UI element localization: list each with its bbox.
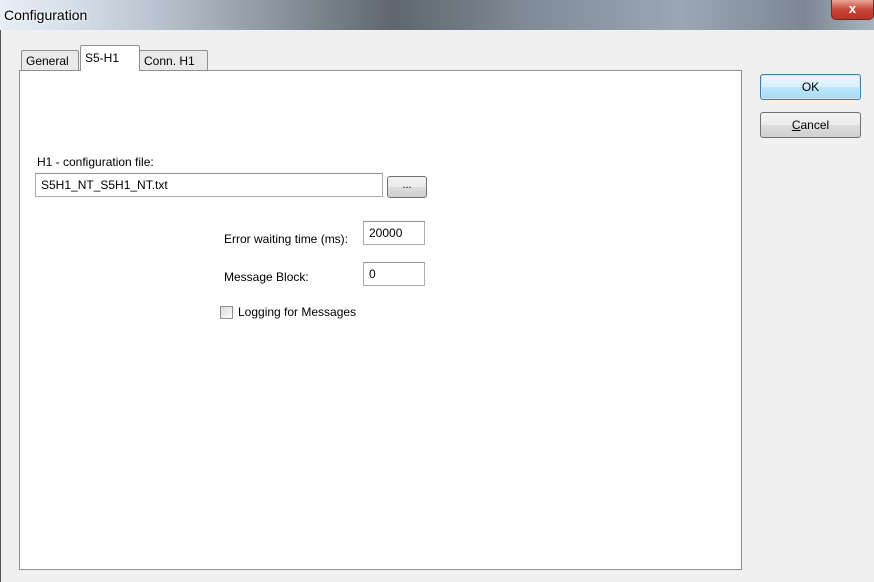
close-icon: x [848,1,857,16]
logging-label: Logging for Messages [238,305,357,319]
tab-general-label: General [26,54,69,68]
config-file-label: H1 - configuration file: [37,155,154,169]
tab-s5-h1-label: S5-H1 [85,51,120,65]
close-button[interactable]: x [831,0,874,20]
config-file-input[interactable]: S5H1_NT_S5H1_NT.txt [35,173,383,197]
window-title: Configuration [4,7,88,23]
cancel-button-label: Cancel [791,118,830,132]
tab-conn-h1[interactable]: Conn. H1 [139,50,208,70]
logging-checkbox[interactable] [220,306,233,319]
s5-h1-tab-panel: H1 - configuration file: S5H1_NT_S5H1_NT… [19,70,742,570]
ok-button[interactable]: OK [760,74,861,100]
tab-s5-h1[interactable]: S5-H1 [80,45,140,71]
error-wait-input[interactable]: 20000 [363,221,425,245]
title-bar[interactable]: Configuration x [0,0,874,30]
cancel-button[interactable]: Cancel [760,112,861,138]
configuration-dialog: Configuration x General S5-H1 Conn. H1 H… [0,0,874,582]
window-left-border [0,30,8,582]
browse-icon: ... [402,179,412,191]
tab-general[interactable]: General [21,50,79,70]
ok-button-label: OK [801,80,820,94]
error-wait-label: Error waiting time (ms): [224,232,349,246]
tab-conn-h1-label: Conn. H1 [144,54,195,68]
browse-button[interactable]: ... [387,176,427,198]
message-block-label: Message Block: [224,270,309,284]
message-block-input[interactable]: 0 [363,262,425,286]
